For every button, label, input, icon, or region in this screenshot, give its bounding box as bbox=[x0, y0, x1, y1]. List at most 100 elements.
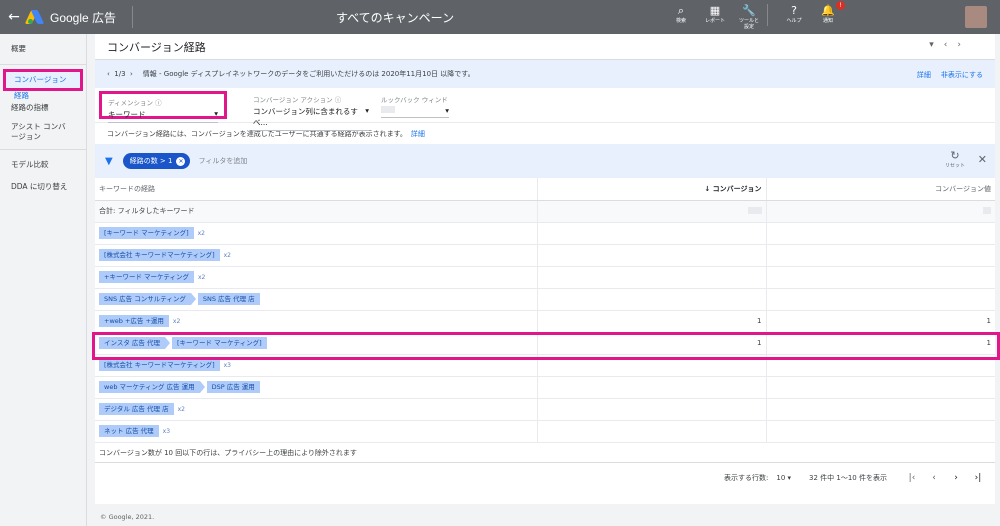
path-chip: [株式会社 キーワードマーケティング] bbox=[99, 249, 220, 261]
path-arrow bbox=[199, 381, 205, 393]
path-cell: ネット 広告 代理 x3 bbox=[95, 420, 538, 443]
column-header-path[interactable]: キーワードの経路 bbox=[95, 178, 538, 201]
reset-button[interactable]: ↻ リセット bbox=[945, 149, 965, 169]
arrow-back-icon[interactable]: ← bbox=[0, 9, 28, 25]
path-cell: インスタ 広告 代理 [キーワード マーケティング] bbox=[95, 332, 538, 355]
notifications-button[interactable]: 🔔 通知! bbox=[816, 1, 845, 30]
lookback-window-select[interactable]: ルックバック ウィンド ▾ bbox=[375, 91, 455, 119]
help-icon: ? bbox=[791, 4, 797, 17]
avatar[interactable] bbox=[965, 6, 987, 28]
notifications-icon: 🔔 bbox=[821, 4, 835, 17]
tools-button[interactable]: 🔧 ツールと設定 bbox=[737, 4, 761, 30]
search-label: 検索 bbox=[675, 18, 686, 24]
filter-chip-label: 経路の数 > 1 bbox=[129, 157, 173, 165]
help-icon[interactable]: ⓘ bbox=[335, 96, 342, 104]
path-chip: SNS 広告 コンサルティング bbox=[99, 293, 191, 305]
conversion-value-cell bbox=[766, 354, 995, 377]
rows-per-page-select[interactable]: 10 ▾ bbox=[776, 474, 791, 482]
table-row: [株式会社 キーワードマーケティング] x3 bbox=[95, 354, 995, 377]
sidebar-item-overview[interactable]: 概要 bbox=[0, 38, 86, 60]
dimension-value: キーワード bbox=[108, 110, 146, 119]
description: コンバージョン経路には、コンバージョンを達成したユーザーに共通する経路が表示され… bbox=[95, 122, 995, 144]
total-label: 合計: フィルタしたキーワード bbox=[95, 200, 538, 223]
campaign-selector[interactable]: すべてのキャンペーン bbox=[336, 9, 454, 26]
column-header-conversion-value[interactable]: コンバージョン値 bbox=[766, 178, 995, 201]
path-multiplier: x3 bbox=[223, 361, 231, 369]
sidebar-item-conversion-paths[interactable]: コンバージョン経路 bbox=[3, 69, 83, 100]
help-button[interactable]: ? ヘルプ bbox=[782, 4, 806, 30]
redacted-value bbox=[747, 206, 762, 214]
close-filter-icon[interactable]: ✕ bbox=[978, 153, 987, 166]
next-page-icon[interactable]: › bbox=[957, 40, 961, 50]
divider bbox=[132, 6, 133, 28]
close-icon[interactable]: ✕ bbox=[176, 156, 186, 166]
app-name: Google 広告 bbox=[50, 10, 117, 25]
info-pager: ‹ 1/3 › bbox=[107, 70, 133, 78]
table-row: [キーワード マーケティング] x2 bbox=[95, 222, 995, 245]
next-page-icon[interactable]: › bbox=[949, 473, 963, 483]
prev-page-icon[interactable]: ‹ bbox=[927, 473, 941, 483]
path-chip: +キーワード マーケティング bbox=[99, 271, 194, 283]
info-details-link[interactable]: 詳細 bbox=[917, 70, 931, 80]
path-step: [株式会社 キーワードマーケティング] bbox=[99, 359, 220, 371]
conversions-cell bbox=[537, 266, 767, 289]
reset-label: リセット bbox=[944, 163, 965, 169]
chevron-down-icon[interactable]: ▾ bbox=[929, 40, 934, 50]
page-header: コンバージョン経路 ▾ ‹ › bbox=[95, 34, 995, 60]
conversion-action-value: コンバージョン列に含まれるすべ... bbox=[253, 107, 358, 127]
help-icon[interactable]: ⓘ bbox=[155, 99, 162, 107]
path-multiplier: x2 bbox=[177, 405, 185, 413]
path-chips: web マーケティング 広告 運用 DSP 広告 運用 bbox=[99, 381, 533, 393]
path-step: デジタル 広告 代理 店 bbox=[99, 403, 174, 415]
last-page-icon[interactable]: ›| bbox=[971, 473, 985, 483]
conversion-value-cell bbox=[766, 244, 995, 267]
path-step: SNS 広告 代理 店 bbox=[197, 293, 260, 305]
top-bar: ← Google 広告 すべてのキャンペーン ⌕ 検索 ▦ レポート 🔧 ツールと設定 ? ヘ… bbox=[0, 0, 1000, 34]
path-step: DSP 広告 運用 bbox=[206, 381, 260, 393]
conversion-value-cell bbox=[766, 376, 995, 399]
description-text: コンバージョン経路には、コンバージョンを達成したユーザーに共通する経路が表示され… bbox=[107, 130, 407, 138]
path-chips: インスタ 広告 代理 [キーワード マーケティング] bbox=[99, 337, 533, 349]
info-text: 情報 - Google ディスプレイネットワークのデータをご利用いただけるのは … bbox=[142, 70, 475, 78]
info-hide-link[interactable]: 非表示にする bbox=[941, 70, 983, 80]
description-details-link[interactable]: 詳細 bbox=[411, 130, 425, 138]
path-cell: +web +広告 +運用 x2 bbox=[95, 310, 538, 333]
path-chips: デジタル 広告 代理 店 x2 bbox=[99, 403, 533, 415]
add-filter-button[interactable]: フィルタを追加 bbox=[198, 156, 247, 166]
dimension-select[interactable]: ディメンション ⓘ キーワード ▾ bbox=[99, 91, 227, 123]
conversions-cell bbox=[537, 376, 767, 399]
table-row: ネット 広告 代理 x3 bbox=[95, 420, 995, 443]
tools-icon: 🔧 bbox=[742, 4, 756, 17]
sidebar-item-path-metrics[interactable]: 経路の指標 bbox=[0, 97, 86, 119]
path-chip: [キーワード マーケティング] bbox=[172, 337, 267, 349]
path-step: ネット 広告 代理 bbox=[99, 425, 159, 437]
sidebar-item-model-comparison[interactable]: モデル比較 bbox=[0, 154, 86, 176]
chevron-right-icon[interactable]: › bbox=[130, 70, 133, 78]
sidebar: 概要 コンバージョン経路 経路の指標 アシスト コンバージョン モデル比較 DD… bbox=[0, 34, 87, 526]
path-cell: web マーケティング 広告 運用 DSP 広告 運用 bbox=[95, 376, 538, 399]
reports-button[interactable]: ▦ レポート bbox=[703, 4, 727, 30]
search-button[interactable]: ⌕ 検索 bbox=[669, 4, 693, 30]
path-chips: [株式会社 キーワードマーケティング] x3 bbox=[99, 359, 533, 371]
first-page-icon[interactable]: |‹ bbox=[905, 473, 919, 483]
conversions-cell: 1 bbox=[537, 332, 767, 355]
main-panel: コンバージョン経路 ▾ ‹ › ‹ 1/3 › 情報 - Google ディスプ… bbox=[95, 34, 995, 504]
table-row: デジタル 広告 代理 店 x2 bbox=[95, 398, 995, 421]
chevron-left-icon[interactable]: ‹ bbox=[107, 70, 110, 78]
sidebar-item-assisted-conversions[interactable]: アシスト コンバージョン bbox=[0, 119, 80, 145]
column-header-conversions[interactable]: ↓ コンバージョン bbox=[537, 178, 767, 201]
dropdown-arrow-icon: ▾ bbox=[214, 109, 218, 118]
google-ads-logo[interactable]: Google 広告 bbox=[24, 9, 128, 26]
filter-icon[interactable]: ▼ bbox=[105, 156, 113, 167]
path-cell: [株式会社 キーワードマーケティング] x3 bbox=[95, 354, 538, 377]
prev-page-icon[interactable]: ‹ bbox=[944, 40, 948, 50]
notification-badge: ! bbox=[836, 1, 845, 10]
path-chip: +web +広告 +運用 bbox=[99, 315, 169, 327]
conversions-cell bbox=[537, 420, 767, 443]
filter-chip[interactable]: 経路の数 > 1 ✕ bbox=[122, 153, 191, 169]
sidebar-item-switch-dda[interactable]: DDA に切り替え bbox=[0, 176, 86, 198]
divider bbox=[0, 64, 86, 65]
conversion-action-select[interactable]: コンバージョン アクション ⓘ コンバージョン列に含まれるすべ... ▾ bbox=[247, 91, 375, 131]
path-cell: デジタル 広告 代理 店 x2 bbox=[95, 398, 538, 421]
path-arrow bbox=[165, 337, 171, 349]
